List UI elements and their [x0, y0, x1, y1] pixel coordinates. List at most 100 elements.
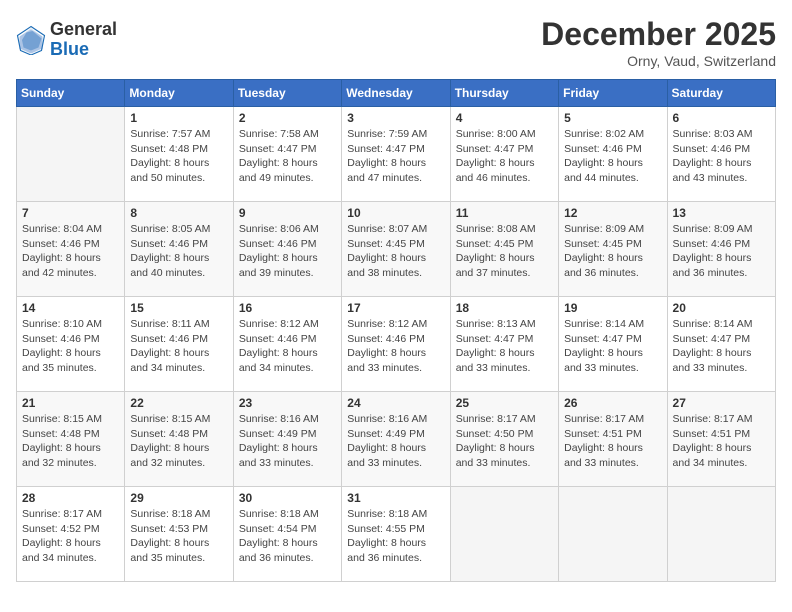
day-info: Sunrise: 8:17 AMSunset: 4:52 PMDaylight:…	[22, 507, 119, 566]
calendar-cell: 22 Sunrise: 8:15 AMSunset: 4:48 PMDayligh…	[125, 392, 233, 487]
day-number: 10	[347, 206, 444, 220]
calendar-week-1: 1 Sunrise: 7:57 AMSunset: 4:48 PMDaylight…	[17, 107, 776, 202]
calendar-cell: 11Sunrise: 8:08 AMSunset: 4:45 PMDayligh…	[450, 202, 558, 297]
day-number: 22	[130, 396, 227, 410]
day-number: 29	[130, 491, 227, 505]
day-number: 1	[130, 111, 227, 125]
day-info: Sunrise: 8:15 AMSunset: 4:48 PMDaylight:…	[22, 412, 119, 471]
day-info: Sunrise: 8:04 AMSunset: 4:46 PMDaylight:…	[22, 222, 119, 281]
day-number: 6	[673, 111, 770, 125]
day-number: 4	[456, 111, 553, 125]
day-info: Sunrise: 7:57 AMSunset: 4:48 PMDaylight:…	[130, 127, 227, 186]
calendar-cell: 30Sunrise: 8:18 AMSunset: 4:54 PMDayligh…	[233, 487, 341, 582]
weekday-header-saturday: Saturday	[667, 80, 775, 107]
day-number: 2	[239, 111, 336, 125]
calendar-cell: 27 Sunrise: 8:17 AMSunset: 4:51 PMDayligh…	[667, 392, 775, 487]
day-number: 17	[347, 301, 444, 315]
day-number: 15	[130, 301, 227, 315]
day-number: 8	[130, 206, 227, 220]
logo-text: General Blue	[50, 20, 117, 60]
day-info: Sunrise: 8:12 AMSunset: 4:46 PMDaylight:…	[347, 317, 444, 376]
location: Orny, Vaud, Switzerland	[541, 53, 776, 69]
logo-blue: Blue	[50, 40, 117, 60]
calendar-week-3: 14 Sunrise: 8:10 AMSunset: 4:46 PMDayligh…	[17, 297, 776, 392]
logo-general: General	[50, 20, 117, 40]
day-number: 13	[673, 206, 770, 220]
month-title: December 2025	[541, 16, 776, 53]
weekday-header-monday: Monday	[125, 80, 233, 107]
weekday-header-tuesday: Tuesday	[233, 80, 341, 107]
calendar-week-5: 28 Sunrise: 8:17 AMSunset: 4:52 PMDayligh…	[17, 487, 776, 582]
day-info: Sunrise: 8:07 AMSunset: 4:45 PMDaylight:…	[347, 222, 444, 281]
day-number: 7	[22, 206, 119, 220]
weekday-header-friday: Friday	[559, 80, 667, 107]
weekday-header-sunday: Sunday	[17, 80, 125, 107]
logo: General Blue	[16, 20, 117, 60]
day-info: Sunrise: 8:18 AMSunset: 4:54 PMDaylight:…	[239, 507, 336, 566]
day-number: 28	[22, 491, 119, 505]
calendar-cell: 9 Sunrise: 8:06 AMSunset: 4:46 PMDaylight…	[233, 202, 341, 297]
day-number: 27	[673, 396, 770, 410]
calendar-cell	[667, 487, 775, 582]
calendar-cell: 12Sunrise: 8:09 AMSunset: 4:45 PMDayligh…	[559, 202, 667, 297]
day-number: 14	[22, 301, 119, 315]
day-info: Sunrise: 8:03 AMSunset: 4:46 PMDaylight:…	[673, 127, 770, 186]
day-info: Sunrise: 8:14 AMSunset: 4:47 PMDaylight:…	[673, 317, 770, 376]
calendar-cell: 2 Sunrise: 7:58 AMSunset: 4:47 PMDaylight…	[233, 107, 341, 202]
day-info: Sunrise: 8:09 AMSunset: 4:46 PMDaylight:…	[673, 222, 770, 281]
day-info: Sunrise: 8:16 AMSunset: 4:49 PMDaylight:…	[347, 412, 444, 471]
day-info: Sunrise: 8:00 AMSunset: 4:47 PMDaylight:…	[456, 127, 553, 186]
day-info: Sunrise: 8:18 AMSunset: 4:53 PMDaylight:…	[130, 507, 227, 566]
calendar-cell: 17 Sunrise: 8:12 AMSunset: 4:46 PMDayligh…	[342, 297, 450, 392]
day-number: 21	[22, 396, 119, 410]
day-info: Sunrise: 8:15 AMSunset: 4:48 PMDaylight:…	[130, 412, 227, 471]
day-info: Sunrise: 8:18 AMSunset: 4:55 PMDaylight:…	[347, 507, 444, 566]
day-info: Sunrise: 8:14 AMSunset: 4:47 PMDaylight:…	[564, 317, 661, 376]
day-number: 26	[564, 396, 661, 410]
title-area: December 2025 Orny, Vaud, Switzerland	[541, 16, 776, 69]
day-info: Sunrise: 7:59 AMSunset: 4:47 PMDaylight:…	[347, 127, 444, 186]
calendar-cell: 15 Sunrise: 8:11 AMSunset: 4:46 PMDayligh…	[125, 297, 233, 392]
weekday-header-wednesday: Wednesday	[342, 80, 450, 107]
calendar-week-4: 21 Sunrise: 8:15 AMSunset: 4:48 PMDayligh…	[17, 392, 776, 487]
calendar-cell: 10 Sunrise: 8:07 AMSunset: 4:45 PMDayligh…	[342, 202, 450, 297]
day-info: Sunrise: 8:02 AMSunset: 4:46 PMDaylight:…	[564, 127, 661, 186]
day-info: Sunrise: 8:17 AMSunset: 4:50 PMDaylight:…	[456, 412, 553, 471]
day-number: 5	[564, 111, 661, 125]
calendar-cell: 26Sunrise: 8:17 AMSunset: 4:51 PMDayligh…	[559, 392, 667, 487]
day-info: Sunrise: 8:09 AMSunset: 4:45 PMDaylight:…	[564, 222, 661, 281]
calendar-cell: 24 Sunrise: 8:16 AMSunset: 4:49 PMDayligh…	[342, 392, 450, 487]
calendar-cell: 6 Sunrise: 8:03 AMSunset: 4:46 PMDaylight…	[667, 107, 775, 202]
weekday-header-thursday: Thursday	[450, 80, 558, 107]
calendar-cell: 23Sunrise: 8:16 AMSunset: 4:49 PMDayligh…	[233, 392, 341, 487]
calendar-cell	[450, 487, 558, 582]
logo-icon	[16, 25, 46, 55]
calendar-table: SundayMondayTuesdayWednesdayThursdayFrid…	[16, 79, 776, 582]
calendar-cell: 18Sunrise: 8:13 AMSunset: 4:47 PMDayligh…	[450, 297, 558, 392]
calendar-cell: 4 Sunrise: 8:00 AMSunset: 4:47 PMDaylight…	[450, 107, 558, 202]
calendar-cell: 28 Sunrise: 8:17 AMSunset: 4:52 PMDayligh…	[17, 487, 125, 582]
calendar-cell: 7 Sunrise: 8:04 AMSunset: 4:46 PMDaylight…	[17, 202, 125, 297]
calendar-header-row: SundayMondayTuesdayWednesdayThursdayFrid…	[17, 80, 776, 107]
calendar-cell: 31Sunrise: 8:18 AMSunset: 4:55 PMDayligh…	[342, 487, 450, 582]
page-header: General Blue December 2025 Orny, Vaud, S…	[16, 16, 776, 69]
day-info: Sunrise: 8:06 AMSunset: 4:46 PMDaylight:…	[239, 222, 336, 281]
day-info: Sunrise: 8:08 AMSunset: 4:45 PMDaylight:…	[456, 222, 553, 281]
calendar-cell: 16Sunrise: 8:12 AMSunset: 4:46 PMDayligh…	[233, 297, 341, 392]
day-info: Sunrise: 7:58 AMSunset: 4:47 PMDaylight:…	[239, 127, 336, 186]
calendar-cell: 29 Sunrise: 8:18 AMSunset: 4:53 PMDayligh…	[125, 487, 233, 582]
day-number: 24	[347, 396, 444, 410]
day-info: Sunrise: 8:16 AMSunset: 4:49 PMDaylight:…	[239, 412, 336, 471]
day-number: 19	[564, 301, 661, 315]
calendar-cell: 19 Sunrise: 8:14 AMSunset: 4:47 PMDayligh…	[559, 297, 667, 392]
day-info: Sunrise: 8:10 AMSunset: 4:46 PMDaylight:…	[22, 317, 119, 376]
day-info: Sunrise: 8:12 AMSunset: 4:46 PMDaylight:…	[239, 317, 336, 376]
day-info: Sunrise: 8:11 AMSunset: 4:46 PMDaylight:…	[130, 317, 227, 376]
day-number: 25	[456, 396, 553, 410]
calendar-cell: 14 Sunrise: 8:10 AMSunset: 4:46 PMDayligh…	[17, 297, 125, 392]
calendar-cell: 8Sunrise: 8:05 AMSunset: 4:46 PMDaylight…	[125, 202, 233, 297]
calendar-cell: 13 Sunrise: 8:09 AMSunset: 4:46 PMDayligh…	[667, 202, 775, 297]
day-number: 9	[239, 206, 336, 220]
day-info: Sunrise: 8:17 AMSunset: 4:51 PMDaylight:…	[673, 412, 770, 471]
day-number: 18	[456, 301, 553, 315]
